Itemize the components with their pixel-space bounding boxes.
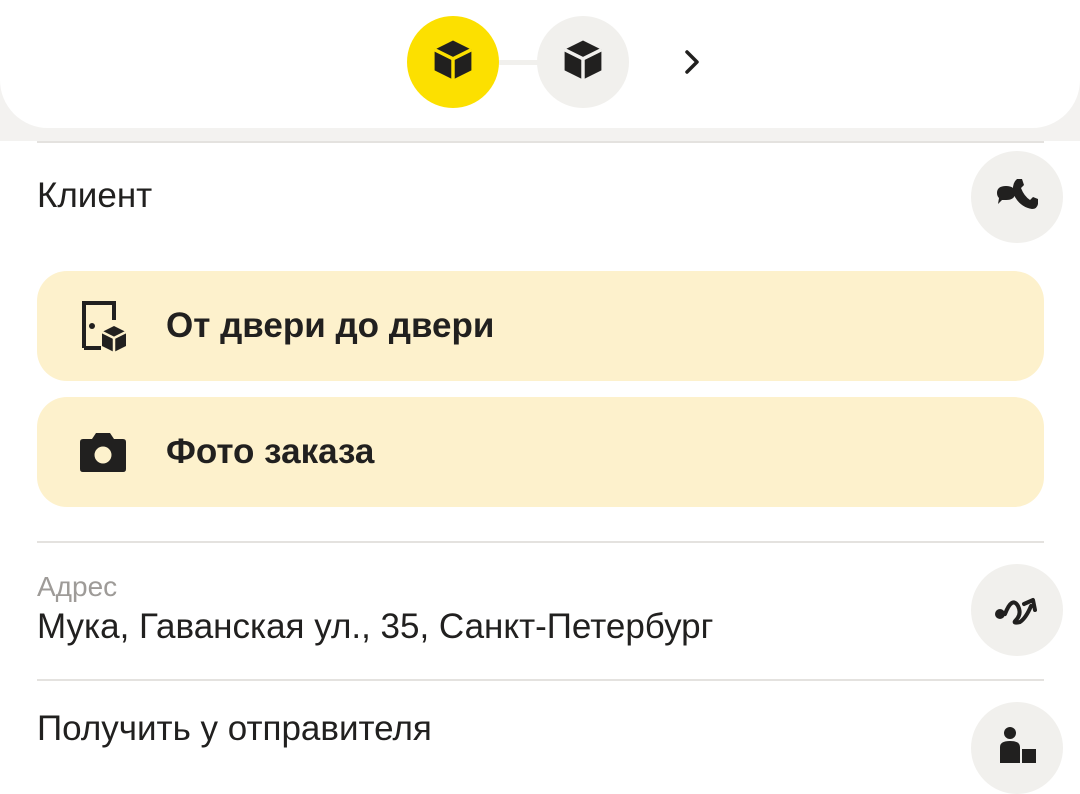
address-value: Мука, Гаванская ул., 35, Санкт-Петербург: [37, 607, 714, 646]
chevron-right-icon[interactable]: [674, 44, 710, 80]
door-to-door-option[interactable]: От двери до двери: [37, 271, 1044, 381]
divider: [37, 141, 1044, 143]
client-label: Клиент: [37, 176, 153, 215]
step-2[interactable]: [537, 16, 629, 108]
route-button[interactable]: [971, 564, 1063, 656]
step-connector: [499, 60, 539, 65]
divider: [37, 679, 1044, 681]
route-icon: [992, 586, 1042, 635]
option-label: От двери до двери: [166, 306, 495, 345]
pickup-label: Получить у отправителя: [37, 709, 432, 748]
package-icon: [430, 37, 476, 88]
contact-client-button[interactable]: [971, 151, 1063, 243]
person-package-icon: [994, 723, 1040, 774]
option-label: Фото заказа: [166, 432, 375, 471]
package-icon: [560, 37, 606, 88]
address-caption: Адрес: [37, 571, 118, 602]
camera-icon: [75, 422, 131, 482]
chat-phone-icon: [993, 171, 1041, 224]
pickup-button[interactable]: [971, 702, 1063, 794]
door-package-icon: [75, 296, 131, 356]
order-photo-option[interactable]: Фото заказа: [37, 397, 1044, 507]
order-steps-header: [0, 0, 1080, 128]
divider: [37, 541, 1044, 543]
step-1-active[interactable]: [407, 16, 499, 108]
